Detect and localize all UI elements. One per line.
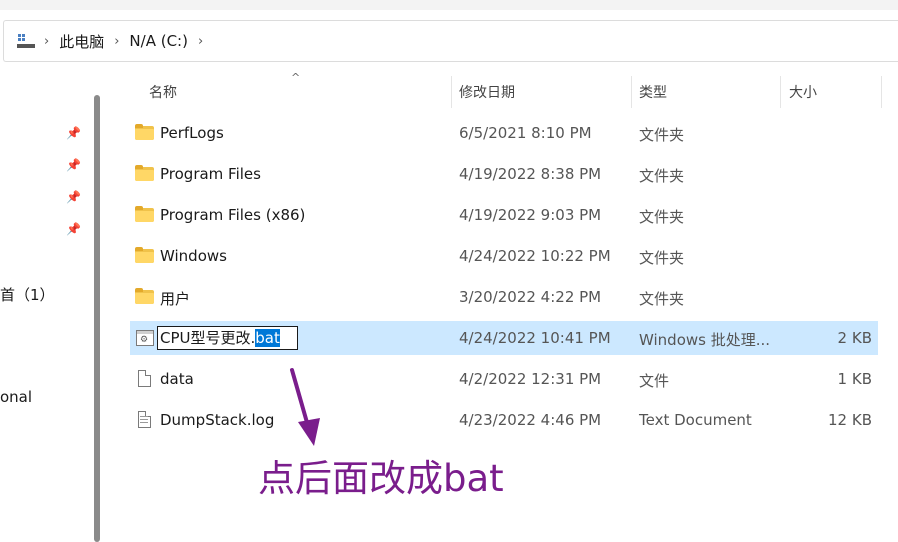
folder-icon (135, 246, 155, 266)
batch-file-icon: ⚙ (135, 328, 155, 348)
address-bar[interactable]: › 此电脑 › N/A (C:) › (3, 20, 898, 62)
file-row[interactable]: PerfLogs 6/5/2021 8:10 PM 文件夹 (130, 116, 878, 150)
file-type: 文件夹 (639, 290, 685, 308)
annotation-arrow-icon (290, 368, 320, 446)
file-row-selected[interactable]: ⚙ CPU型号更改.bat 4/24/2022 10:41 PM Windows… (130, 321, 878, 355)
file-date: 4/2/2022 12:31 PM (459, 370, 602, 388)
file-type: 文件夹 (639, 208, 685, 226)
file-size: 12 KB (828, 411, 872, 429)
folder-icon (135, 287, 155, 307)
file-name: Program Files (160, 165, 261, 183)
nav-item-partial[interactable]: onal (0, 388, 32, 406)
breadcrumb-drive-c[interactable]: N/A (C:) (129, 32, 188, 50)
file-row[interactable]: data 4/2/2022 12:31 PM 文件 1 KB (130, 362, 878, 396)
sort-ascending-icon: ^ (291, 71, 301, 84)
column-divider[interactable] (631, 76, 632, 108)
chevron-right-icon[interactable]: › (114, 34, 119, 49)
file-type: Windows 批处理... (639, 331, 771, 349)
file-size: 1 KB (837, 370, 872, 388)
this-pc-icon[interactable] (16, 32, 38, 50)
chevron-right-icon[interactable]: › (198, 34, 203, 49)
column-header: ^ 名称 修改日期 类型 大小 (130, 71, 898, 110)
file-type: 文件 (639, 372, 670, 390)
pin-icon[interactable]: 📌 (66, 222, 81, 236)
file-date: 4/19/2022 9:03 PM (459, 206, 602, 224)
file-name: Windows (160, 247, 227, 265)
column-name[interactable]: 名称 (149, 82, 177, 102)
file-row[interactable]: Program Files 4/19/2022 8:38 PM 文件夹 (130, 157, 878, 191)
file-type: 文件夹 (639, 249, 685, 267)
folder-icon (135, 123, 155, 143)
file-name: Program Files (x86) (160, 206, 306, 224)
column-divider[interactable] (881, 76, 882, 108)
file-type: Text Document (639, 411, 752, 429)
annotation-text: 点后面改成bat (258, 457, 504, 500)
file-name: PerfLogs (160, 124, 224, 142)
file-name: DumpStack.log (160, 411, 275, 429)
file-row[interactable]: 用户 3/20/2022 4:22 PM 文件夹 (130, 280, 878, 314)
column-date[interactable]: 修改日期 (459, 82, 515, 102)
file-date: 3/20/2022 4:22 PM (459, 288, 602, 306)
column-divider[interactable] (780, 76, 781, 108)
navigation-pane: 📌 📌 📌 📌 首（1） onal (0, 62, 106, 542)
file-row[interactable]: Windows 4/24/2022 10:22 PM 文件夹 (130, 239, 878, 273)
file-size: 2 KB (837, 329, 872, 347)
file-row[interactable]: Program Files (x86) 4/19/2022 9:03 PM 文件… (130, 198, 878, 232)
file-date: 4/24/2022 10:41 PM (459, 329, 611, 347)
file-name: data (160, 370, 194, 388)
window-top-strip (0, 0, 898, 10)
file-icon (135, 369, 155, 389)
column-size[interactable]: 大小 (789, 82, 817, 102)
file-name: 用户 (160, 290, 191, 308)
file-type: 文件夹 (639, 126, 685, 144)
pin-icon[interactable]: 📌 (66, 190, 81, 204)
file-date: 4/19/2022 8:38 PM (459, 165, 602, 183)
file-date: 4/23/2022 4:46 PM (459, 411, 602, 429)
rename-base-text: CPU型号更改. (160, 329, 256, 347)
nav-pane-scrollbar[interactable] (94, 95, 100, 542)
pin-icon[interactable]: 📌 (66, 158, 81, 172)
folder-icon (135, 205, 155, 225)
folder-icon (135, 164, 155, 184)
rename-selected-extension: bat (255, 329, 280, 347)
text-file-icon (135, 410, 155, 430)
breadcrumb-this-pc[interactable]: 此电脑 (59, 31, 104, 52)
file-row[interactable]: DumpStack.log 4/23/2022 4:46 PM Text Doc… (130, 403, 878, 437)
file-date: 4/24/2022 10:22 PM (459, 247, 611, 265)
chevron-right-icon[interactable]: › (44, 34, 49, 49)
column-divider[interactable] (451, 76, 452, 108)
file-type: 文件夹 (639, 167, 685, 185)
nav-item-partial[interactable]: 首（1） (0, 284, 55, 305)
file-date: 6/5/2021 8:10 PM (459, 124, 592, 142)
rename-input[interactable]: CPU型号更改.bat (157, 326, 298, 350)
pin-icon[interactable]: 📌 (66, 126, 81, 140)
column-type[interactable]: 类型 (639, 82, 667, 102)
